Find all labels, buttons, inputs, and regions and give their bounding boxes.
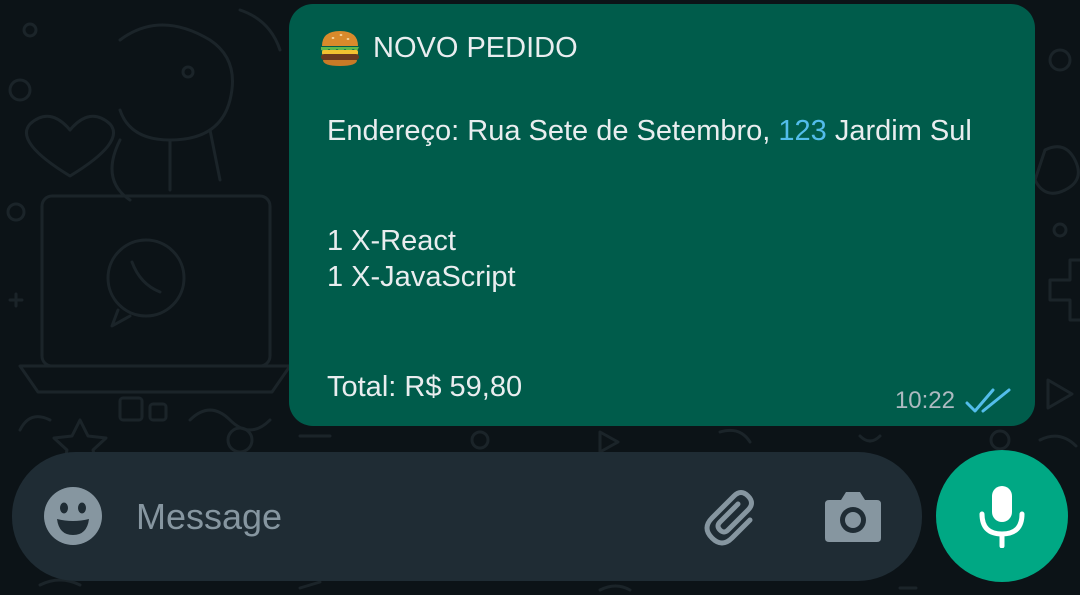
microphone-button[interactable] — [936, 450, 1068, 582]
order-item: 1 X-JavaScript — [327, 261, 516, 293]
order-total: Total: R$ 59,80 — [327, 371, 523, 403]
message-bubble[interactable]: NOVO PEDIDO Endereço: Rua Sete de Setemb… — [289, 4, 1035, 426]
double-check-icon — [965, 388, 1011, 413]
message-meta: 10:22 — [895, 386, 1011, 416]
order-item: 1 X-React — [327, 225, 456, 257]
emoji-icon[interactable] — [43, 486, 103, 546]
microphone-icon — [979, 486, 1025, 548]
message-header-text: NOVO PEDIDO — [373, 31, 578, 64]
address-suffix: Jardim Sul — [826, 115, 972, 147]
address-line: Endereço: Rua Sete de Setembro, 123 Jard… — [327, 113, 972, 149]
message-composer[interactable]: Message — [12, 452, 922, 581]
camera-icon[interactable] — [823, 488, 883, 544]
message-input[interactable]: Message — [136, 496, 282, 538]
burger-icon — [321, 31, 359, 66]
paperclip-icon[interactable] — [700, 488, 760, 548]
address-number-link[interactable]: 123 — [778, 115, 826, 147]
address-prefix: Endereço: Rua Sete de Setembro, — [327, 115, 779, 147]
message-header: NOVO PEDIDO — [319, 28, 578, 68]
message-time: 10:22 — [894, 387, 955, 414]
